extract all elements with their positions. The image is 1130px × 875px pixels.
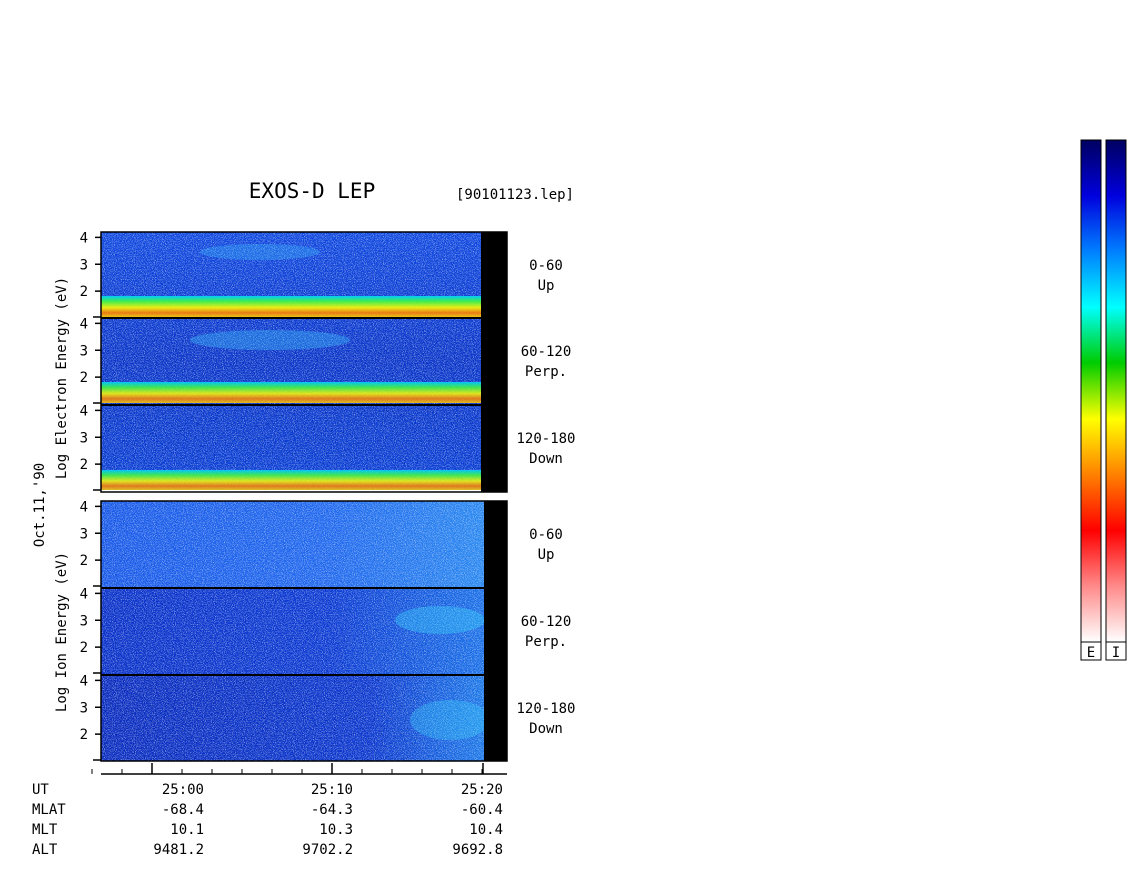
y-tick-label: 2 bbox=[80, 370, 88, 386]
ephemeris-value: 25:00 bbox=[162, 782, 204, 798]
panel-direction-label: Up bbox=[538, 278, 555, 294]
panel-direction-label: Down bbox=[529, 721, 563, 737]
electron-panel-group bbox=[100, 231, 508, 493]
ephemeris-value: 25:20 bbox=[461, 782, 503, 798]
y-tick-label: 2 bbox=[80, 727, 88, 743]
lep-spectrogram-chart: EXOS-D LEP [90101123.lep] 2 3 4 2 3 4 2 3 4 2 3423… bbox=[32, 139, 1127, 858]
panel-direction-label: Perp. bbox=[525, 364, 567, 380]
electron-perp-low-energy-band bbox=[101, 382, 481, 403]
ion-perp-haze bbox=[395, 606, 485, 634]
ion-panel-group bbox=[100, 500, 508, 762]
y-tick-label: 3 bbox=[80, 430, 88, 446]
y-tick-label: 4 bbox=[80, 586, 88, 602]
panel-pitch-label: 60-120 bbox=[521, 614, 572, 630]
ephemeris-value: 25:10 bbox=[311, 782, 353, 798]
colorbar-ion bbox=[1105, 139, 1127, 643]
panel-pitch-label: 120-180 bbox=[516, 701, 575, 717]
y-axis-ticks: 2 3 4 2 3 4 2 3 4 2 3 4 2 3 4 2 3 4 bbox=[80, 230, 101, 761]
y-tick-label: 3 bbox=[80, 700, 88, 716]
electron-up-low-energy-band bbox=[101, 296, 481, 317]
y-tick-label: 4 bbox=[80, 403, 88, 419]
y-tick-label: 2 bbox=[80, 553, 88, 569]
date-label: Oct.11,'90 bbox=[32, 463, 48, 547]
ephemeris-row-label: MLAT bbox=[32, 802, 66, 818]
colorbar-electron-label: E bbox=[1087, 645, 1095, 661]
electron-down-low-energy-band bbox=[101, 470, 481, 490]
y-tick-label: 3 bbox=[80, 613, 88, 629]
ion-no-data-strip bbox=[484, 501, 507, 761]
electron-down-dark-speckle bbox=[101, 404, 481, 474]
colorbar-electron bbox=[1080, 139, 1102, 643]
ephemeris-value: 10.4 bbox=[469, 822, 503, 838]
time-axis-ticks bbox=[91, 763, 484, 774]
panel-direction-label: Up bbox=[538, 547, 555, 563]
ephemeris-value: 10.3 bbox=[319, 822, 353, 838]
panel-pitch-label: 0-60 bbox=[529, 258, 563, 274]
ephemeris-value: 9702.2 bbox=[302, 842, 353, 858]
colorbars: E I bbox=[1080, 139, 1127, 661]
y-tick-label: 4 bbox=[80, 673, 88, 689]
y-tick-label: 3 bbox=[80, 526, 88, 542]
panel-labels: 0-60 Up 60-120 Perp. 120-180 Down 0-60 Up 60-120… bbox=[516, 258, 575, 737]
ephemeris-row-label: ALT bbox=[32, 842, 58, 858]
y-tick-label: 4 bbox=[80, 316, 88, 332]
panel-direction-label: Perp. bbox=[525, 634, 567, 650]
colorbar-ion-label: I bbox=[1112, 645, 1120, 661]
panel-pitch-label: 120-180 bbox=[516, 431, 575, 447]
ephemeris-table: UT 25:00 25:10 25:20 MLAT -68.4 -64.3 -60.4 MLT 1… bbox=[32, 782, 503, 858]
chart-title: EXOS-D LEP bbox=[249, 179, 375, 203]
ephemeris-value: -68.4 bbox=[162, 802, 204, 818]
ion-y-axis-label: Log Ion Energy (eV) bbox=[54, 552, 70, 712]
y-tick-label: 2 bbox=[80, 457, 88, 473]
ion-down-haze bbox=[410, 700, 490, 740]
panel-pitch-label: 60-120 bbox=[521, 344, 572, 360]
ephemeris-row-label: UT bbox=[32, 782, 49, 798]
ephemeris-value: -60.4 bbox=[461, 802, 503, 818]
ephemeris-value: 9481.2 bbox=[153, 842, 204, 858]
y-tick-label: 3 bbox=[80, 343, 88, 359]
electron-no-data-strip bbox=[481, 232, 507, 492]
y-tick-label: 3 bbox=[80, 257, 88, 273]
panel-direction-label: Down bbox=[529, 451, 563, 467]
y-tick-label: 4 bbox=[80, 230, 88, 246]
file-id: [90101123.lep] bbox=[456, 187, 574, 203]
ion-down-dark-speckle bbox=[101, 676, 421, 760]
ephemeris-value: 10.1 bbox=[170, 822, 204, 838]
y-tick-label: 2 bbox=[80, 284, 88, 300]
panel-pitch-label: 0-60 bbox=[529, 527, 563, 543]
ephemeris-row-label: MLT bbox=[32, 822, 58, 838]
ephemeris-value: 9692.8 bbox=[452, 842, 503, 858]
y-tick-label: 2 bbox=[80, 640, 88, 656]
y-tick-label: 4 bbox=[80, 499, 88, 515]
ephemeris-value: -64.3 bbox=[311, 802, 353, 818]
electron-perp-haze bbox=[190, 330, 350, 350]
electron-up-haze bbox=[200, 244, 320, 260]
electron-y-axis-label: Log Electron Energy (eV) bbox=[54, 277, 70, 479]
